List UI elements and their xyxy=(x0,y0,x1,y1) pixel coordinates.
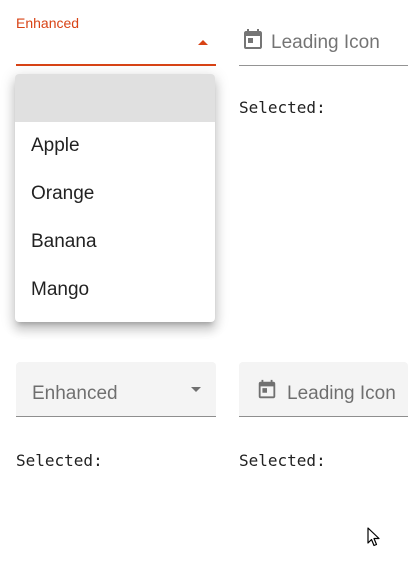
enhanced-filled-select[interactable]: Enhanced xyxy=(16,362,216,417)
dropdown-arrow-down-icon xyxy=(191,387,201,392)
menu-item-empty[interactable] xyxy=(15,74,215,122)
selected-value-text: Selected: xyxy=(239,98,326,117)
enhanced-select-label: Enhanced xyxy=(16,15,80,31)
menu-item-apple[interactable]: Apple xyxy=(15,122,215,170)
select-menu: Apple Orange Banana Mango xyxy=(15,74,215,322)
selected-value-text: Selected: xyxy=(239,451,326,470)
leading-icon-select[interactable]: Leading Icon xyxy=(239,0,408,66)
calendar-icon xyxy=(241,28,265,57)
leading-icon-filled-select-label: Leading Icon xyxy=(287,383,396,404)
enhanced-select-open[interactable]: Enhanced xyxy=(16,0,216,66)
leading-icon-filled-select[interactable]: Leading Icon xyxy=(239,362,408,417)
select-underline xyxy=(16,416,216,417)
selected-value-text: Selected: xyxy=(16,451,103,470)
menu-item-banana[interactable]: Banana xyxy=(15,218,215,266)
calendar-icon xyxy=(256,379,278,406)
dropdown-arrow-up-icon xyxy=(198,40,208,45)
leading-icon-select-label: Leading Icon xyxy=(271,32,380,53)
menu-item-mango[interactable]: Mango xyxy=(15,266,215,314)
select-underline xyxy=(239,416,408,417)
select-underline xyxy=(16,64,216,66)
select-underline xyxy=(239,65,408,66)
menu-item-orange[interactable]: Orange xyxy=(15,170,215,218)
enhanced-filled-select-label: Enhanced xyxy=(32,383,118,404)
mouse-cursor-icon xyxy=(367,527,381,552)
